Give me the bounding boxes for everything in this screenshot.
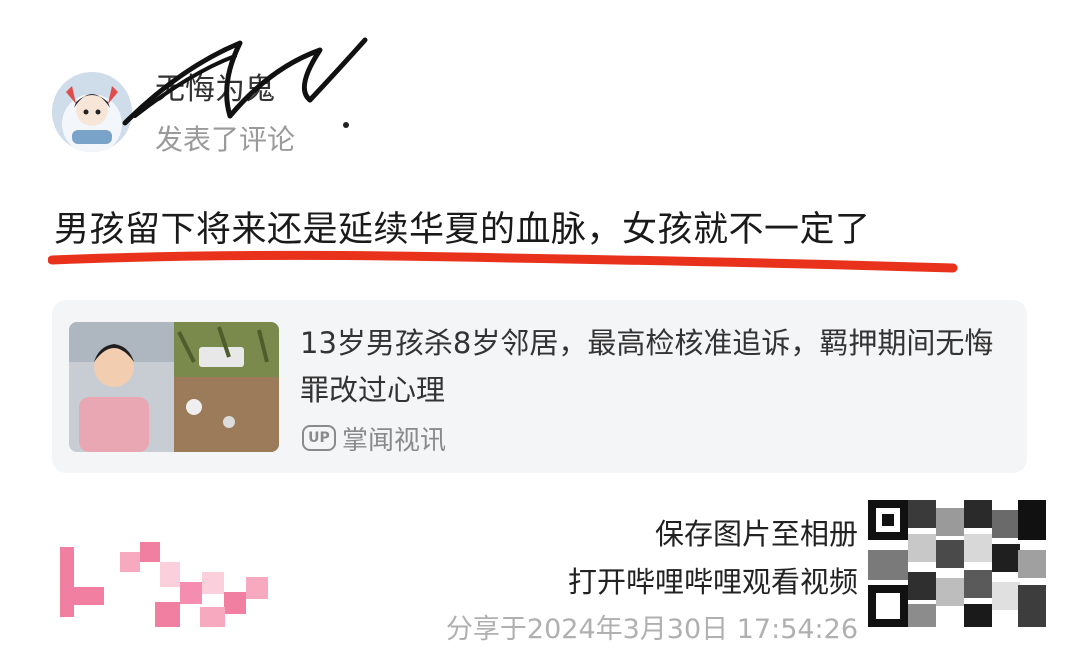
source-name: 掌闻视讯 [342, 425, 447, 456]
video-thumbnail [69, 322, 279, 452]
open-bilibili-label[interactable]: 打开哔哩哔哩观看视频 [568, 562, 858, 602]
post-action-label: 发表了评论 [155, 123, 296, 156]
stray-dot [343, 122, 349, 128]
save-image-label[interactable]: 保存图片至相册 [655, 514, 858, 554]
linked-video-card[interactable]: 13岁男孩杀8岁邻居，最高检核准追诉，羁押期间无悔罪改过心理 UP 掌闻视讯 [52, 300, 1027, 473]
red-highlight-underline [48, 250, 958, 273]
video-title: 13岁男孩杀8岁邻居，最高检核准追诉，羁押期间无悔罪改过心理 [300, 326, 994, 407]
qr-code-image[interactable] [868, 500, 1046, 627]
pixelated-sticker-image [60, 542, 268, 627]
video-source: UP 掌闻视讯 [302, 420, 446, 456]
shared-timestamp: 分享于2024年3月30日 17:54:26 [445, 614, 858, 645]
up-badge-icon: UP [302, 425, 336, 451]
